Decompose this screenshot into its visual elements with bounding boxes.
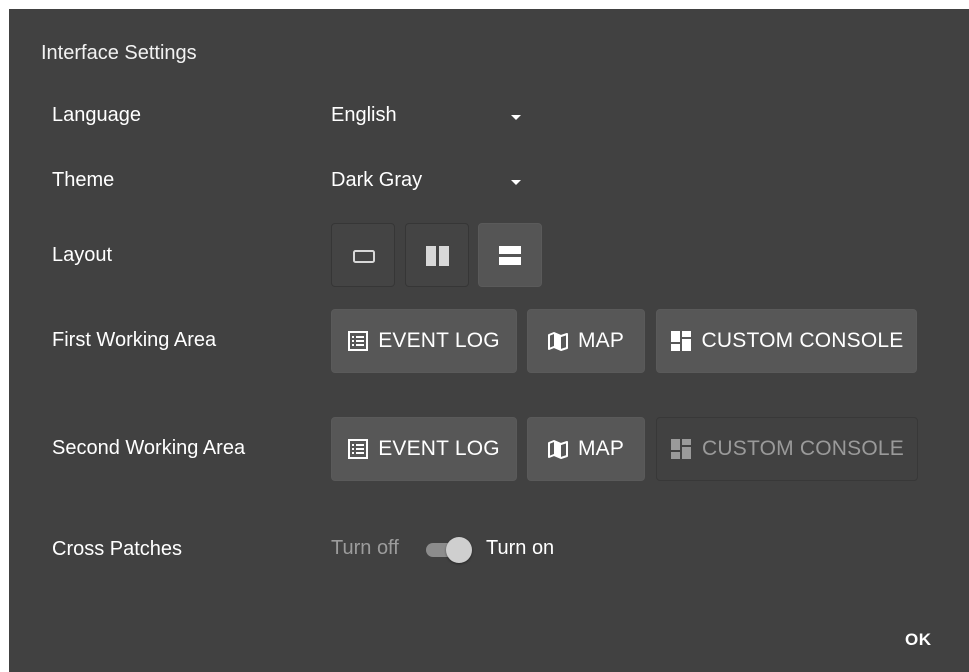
horizontal-split-icon (499, 246, 521, 265)
caret-down-icon (511, 180, 521, 185)
list-icon (348, 439, 369, 459)
layout-label: Layout (52, 244, 113, 266)
language-label: Language (52, 104, 141, 126)
first-area-event-log-button[interactable]: EVENT LOG (331, 309, 517, 373)
toggle-off-label: Turn off (331, 537, 399, 559)
theme-value: Dark Gray (331, 169, 423, 191)
cross-patches-toggle[interactable] (424, 537, 474, 563)
first-area-custom-console-label: CUSTOM CONSOLE (701, 329, 904, 352)
second-area-map-label: MAP (577, 437, 625, 460)
interface-settings-dialog: Interface Settings Language English Them… (9, 9, 969, 672)
first-area-map-label: MAP (577, 329, 625, 352)
caret-down-icon (511, 115, 521, 120)
theme-label: Theme (52, 169, 115, 191)
dashboard-icon (671, 439, 692, 459)
language-select[interactable]: English (331, 102, 526, 132)
single-pane-icon (353, 250, 375, 263)
list-icon (348, 331, 369, 351)
theme-select[interactable]: Dark Gray (331, 167, 526, 197)
second-area-event-log-label: EVENT LOG (378, 437, 500, 460)
layout-horizontal-split-button[interactable] (478, 223, 542, 287)
second-working-area-label: Second Working Area (52, 437, 246, 459)
second-area-map-button[interactable]: MAP (527, 417, 645, 481)
map-icon (547, 440, 568, 459)
first-area-map-button[interactable]: MAP (527, 309, 645, 373)
language-value: English (331, 104, 397, 126)
layout-single-button[interactable] (331, 223, 395, 287)
vertical-split-icon (426, 246, 449, 266)
second-area-custom-console-label: CUSTOM CONSOLE (702, 437, 904, 460)
layout-vertical-split-button[interactable] (405, 223, 469, 287)
first-area-event-log-label: EVENT LOG (378, 329, 500, 352)
cross-patches-label: Cross Patches (52, 538, 183, 560)
toggle-knob (446, 537, 472, 563)
first-working-area-label: First Working Area (52, 329, 217, 351)
dialog-title: Interface Settings (41, 42, 197, 64)
ok-button[interactable]: OK (905, 630, 932, 650)
map-icon (547, 332, 568, 351)
second-area-custom-console-button[interactable]: CUSTOM CONSOLE (656, 417, 918, 481)
second-area-event-log-button[interactable]: EVENT LOG (331, 417, 517, 481)
first-area-custom-console-button[interactable]: CUSTOM CONSOLE (656, 309, 917, 373)
dashboard-icon (670, 331, 691, 351)
toggle-on-label: Turn on (486, 537, 555, 559)
